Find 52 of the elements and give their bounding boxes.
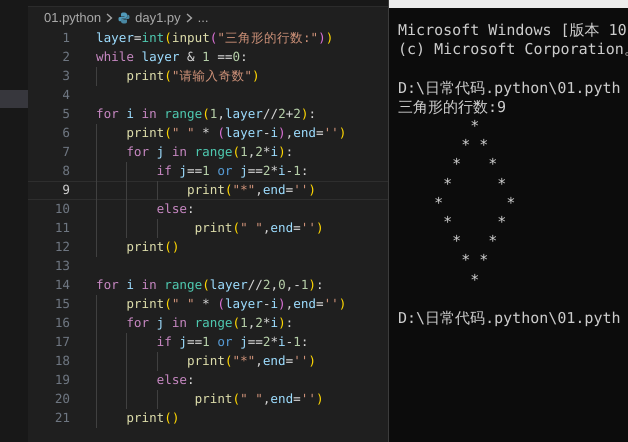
code-text: print("*",end='')	[186, 181, 316, 199]
terminal-output-line: * * * * * * * * * * * * * * * *	[434, 117, 516, 289]
terminal-output-line: D:\日常代码.python\01.pyth	[398, 309, 621, 328]
line-number: 16	[54, 314, 70, 332]
line-number: 7	[61, 143, 70, 162]
terminal-output-line: Microsoft Windows [版本 10	[398, 21, 627, 39]
terminal-output-line: 三角形的行数:9	[398, 98, 506, 116]
terminal-output-line: D:\日常代码.python\01.pyth	[398, 78, 621, 97]
line-number: 12	[54, 238, 70, 256]
line-number: 13	[54, 257, 70, 276]
code-text: if j==1 or j==2*i-1:	[156, 162, 308, 180]
code-text: if j==1 or j==2*i-1:	[156, 333, 308, 351]
line-number: 8	[61, 162, 70, 180]
code-text: print("*",end='')	[186, 352, 316, 370]
code-text: print(" ",end='')	[194, 390, 324, 408]
python-file-icon	[118, 12, 130, 24]
code-text: else:	[156, 200, 195, 218]
line-number: 18	[54, 352, 70, 370]
code-text: for i in range(1,layer//2+2):	[96, 105, 316, 124]
line-number: 3	[61, 67, 70, 86]
breadcrumb-file[interactable]: day1.py	[135, 8, 181, 28]
code-text: print()	[126, 409, 180, 427]
line-number: 10	[54, 200, 70, 218]
line-number: 1	[61, 29, 70, 48]
code-text: layer=int(input("三角形的行数:"))	[96, 29, 334, 48]
code-text: print()	[126, 238, 180, 256]
code-text: for j in range(1,2*i):	[126, 143, 294, 161]
code-text: for j in range(1,2*i):	[126, 314, 294, 332]
line-number: 4	[61, 86, 70, 104]
line-number: 2	[61, 48, 70, 66]
selected-item-background	[0, 90, 28, 108]
line-number: 17	[54, 333, 70, 352]
line-number: 11	[54, 219, 70, 238]
code-text: for i in range(layer//2,0,-1):	[96, 276, 324, 294]
code-text: print(" ",end='')	[194, 219, 324, 237]
line-number: 6	[61, 124, 70, 142]
line-number: 21	[54, 409, 70, 428]
line-number: 5	[61, 105, 70, 124]
line-number: 9	[61, 181, 70, 200]
code-text: print(" " * (layer-i),end='')	[126, 124, 346, 142]
code-text: print("请输入奇数")	[126, 67, 260, 85]
line-number: 19	[54, 371, 70, 390]
code-text: print(" " * (layer-i),end='')	[126, 295, 346, 313]
line-number: 15	[54, 295, 70, 314]
breadcrumb-more[interactable]: ...	[198, 8, 208, 28]
code-text: else:	[156, 371, 195, 389]
line-number: 20	[54, 390, 70, 408]
chevron-icon	[106, 13, 114, 23]
chevron-icon	[186, 13, 193, 23]
line-number: 14	[54, 276, 70, 294]
code-text: while layer & 1 ==0:	[96, 48, 248, 66]
breadcrumb-folder[interactable]: 01.python	[44, 8, 102, 28]
